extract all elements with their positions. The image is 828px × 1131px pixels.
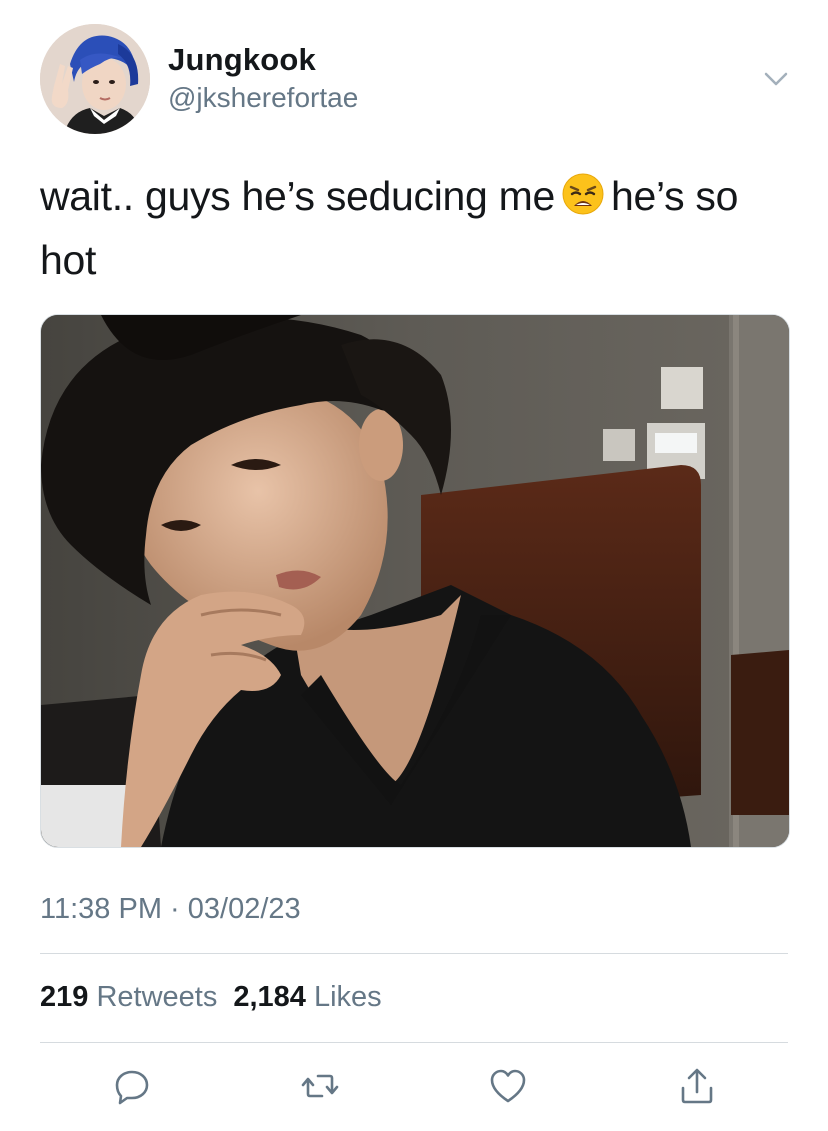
reply-icon [115, 1070, 149, 1105]
chevron-down-icon[interactable] [760, 62, 792, 94]
retweets-label[interactable]: Retweets [96, 981, 217, 1013]
reply-button[interactable] [112, 1066, 152, 1106]
weary-face-emoji-icon [561, 170, 605, 215]
tweet-date: 03/02/23 [187, 893, 301, 925]
likes-count[interactable]: 2,184 [233, 981, 306, 1013]
tweet-text: wait.. guys he’s seducing me he’s so hot [40, 164, 788, 292]
avatar-image [40, 24, 150, 134]
tweet-time: 11:38 PM [40, 893, 162, 925]
tweet-media-photo[interactable] [40, 314, 790, 848]
share-icon [681, 1068, 713, 1104]
divider [40, 1042, 788, 1043]
author-handle[interactable]: @jksherefortae [168, 82, 358, 114]
tweet-timestamp[interactable]: 11:38 PM · 03/02/23 [40, 893, 301, 926]
like-button[interactable] [488, 1066, 528, 1106]
engagement-stats: 219 Retweets 2,184 Likes [40, 981, 382, 1014]
tweet-text-start: wait.. guys he’s seducing me [40, 173, 556, 219]
retweet-icon [301, 1074, 339, 1098]
likes-label[interactable]: Likes [314, 981, 382, 1013]
author-display-name[interactable]: Jungkook [168, 42, 316, 78]
timestamp-separator: · [170, 893, 180, 925]
divider [40, 953, 788, 954]
photo-image [41, 315, 789, 847]
retweets-count[interactable]: 219 [40, 981, 88, 1013]
share-button[interactable] [677, 1066, 717, 1106]
avatar[interactable] [40, 24, 150, 134]
retweet-button[interactable] [300, 1066, 340, 1106]
heart-icon [490, 1069, 526, 1103]
